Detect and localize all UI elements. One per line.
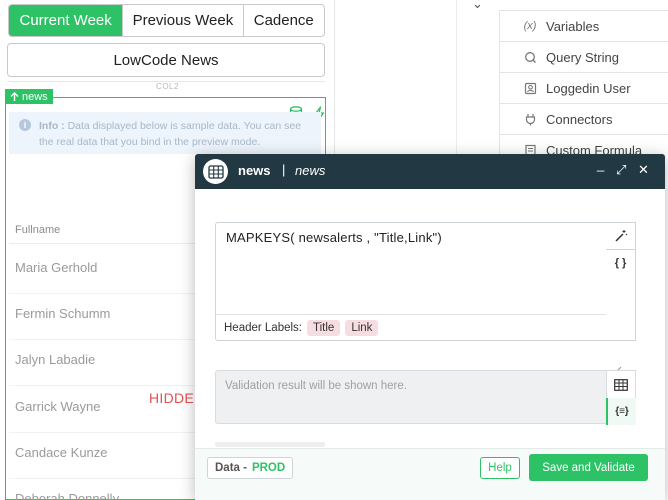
sample-data-info: i Info : Data displayed below is sample …	[9, 112, 321, 154]
chevron-icon[interactable]: ⌄	[472, 0, 483, 12]
lowcode-news-button[interactable]: LowCode News	[7, 43, 325, 77]
sidebar-item-connectors[interactable]: Connectors	[499, 103, 668, 134]
table-row: Garrick Wayne	[15, 399, 101, 414]
json-view-icon: {≡}	[615, 406, 629, 417]
data-env-value: PROD	[251, 462, 286, 474]
info-icon: i	[19, 119, 31, 131]
info-message: Data displayed below is sample data. You…	[39, 120, 302, 148]
sidebar-item-label: Query String	[546, 49, 619, 65]
validation-result: Validation result will be shown here.	[215, 370, 610, 424]
sidebar-item-loggedin-user[interactable]: Loggedin User	[499, 72, 668, 103]
sidebar-item-label: Loggedin User	[546, 80, 631, 96]
magic-wand-icon	[614, 230, 627, 242]
sidebar-item-label: Variables	[546, 18, 600, 34]
info-prefix: Info :	[39, 120, 68, 132]
magic-wand-button[interactable]	[606, 222, 636, 250]
braces-icon: { }	[614, 257, 627, 269]
formula-editor[interactable]: MAPKEYS( newsalerts , "Title,Link") Head…	[215, 222, 622, 397]
modal-subtitle: news	[295, 163, 326, 178]
segment-cadence[interactable]: Cadence	[244, 5, 324, 36]
variable-icon: (x)	[523, 20, 537, 32]
plug-icon	[523, 112, 537, 126]
sidebar-item-variables[interactable]: (x) Variables	[499, 10, 668, 41]
column-header-fullname: Fullname	[15, 224, 61, 236]
minimize-icon[interactable]: _	[597, 157, 604, 172]
close-icon[interactable]: ✕	[638, 162, 649, 178]
validation-placeholder: Validation result will be shown here.	[225, 380, 407, 392]
table-view-icon	[614, 378, 628, 391]
table-row: Fermin Schumm	[15, 306, 111, 321]
data-env-badge[interactable]: Data - PROD	[207, 457, 294, 479]
header-labels-row: Header Labels: Title Link	[216, 314, 609, 341]
app-stage: Current Week Previous Week Cadence LowCo…	[0, 0, 668, 500]
formula-text[interactable]: MAPKEYS( newsalerts , "Title,Link")	[226, 230, 442, 245]
json-view-button[interactable]: {≡}	[606, 398, 636, 425]
sidebar-item-query-string[interactable]: Query String	[499, 41, 668, 72]
user-icon	[523, 81, 537, 95]
help-button[interactable]: Help	[480, 457, 520, 479]
info-text: Info : Data displayed below is sample da…	[39, 118, 313, 154]
query-icon	[523, 50, 537, 64]
expand-icon[interactable]: ⤢	[616, 162, 626, 178]
editor-side-spacer	[606, 276, 636, 341]
formula-modal: news | news _ ⤢ ✕ MAPKEYS( newsalerts , …	[195, 154, 665, 500]
modal-title-separator: |	[282, 162, 286, 177]
json-braces-button[interactable]: { }	[606, 249, 636, 277]
faded-text	[215, 442, 325, 447]
sidebar-item-label: Connectors	[546, 111, 613, 127]
news-widget-tag[interactable]: news	[5, 89, 53, 104]
header-label-chip[interactable]: Title	[307, 320, 341, 336]
week-segmented-control: Current Week Previous Week Cadence	[8, 4, 325, 37]
table-row: Jalyn Labadie	[15, 352, 96, 367]
news-tag-label: news	[22, 90, 48, 103]
table-icon	[203, 159, 228, 184]
header-label-chip[interactable]: Link	[345, 320, 379, 336]
segment-current-week[interactable]: Current Week	[9, 5, 124, 36]
header-labels-prefix: Header Labels:	[224, 322, 302, 334]
table-view-button[interactable]	[606, 371, 636, 398]
segment-previous-week[interactable]: Previous Week	[123, 5, 244, 36]
arrow-up-icon	[10, 91, 19, 101]
data-label: Data -	[215, 462, 247, 474]
save-and-validate-button[interactable]: Save and Validate	[529, 454, 648, 481]
table-row: Deborah Donnelly	[15, 491, 120, 500]
modal-header: news | news _ ⤢ ✕	[195, 154, 665, 189]
table-row: Maria Gerhold	[15, 260, 98, 275]
modal-title: news	[238, 163, 271, 178]
table-row: Candace Kunze	[15, 445, 108, 460]
